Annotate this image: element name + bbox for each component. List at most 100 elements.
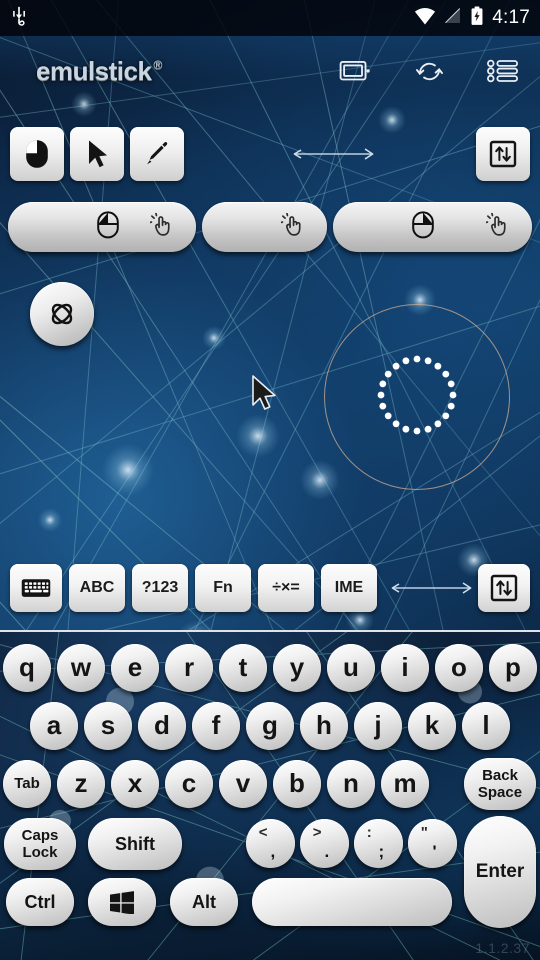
up-down-arrows-icon (489, 140, 517, 168)
semicolon-key-upper: : (366, 823, 372, 841)
period-key-lower: . (324, 841, 330, 861)
up-down-arrows-icon (490, 574, 518, 602)
tap-hand-icon (485, 211, 510, 242)
keyboard-mode-toolbar: ABC ?123 Fn ÷×= IME (0, 564, 540, 612)
dotted-scroll-ring (377, 355, 457, 435)
horizontal-double-arrow-icon-bottom (384, 580, 478, 596)
semicolon-key-lower: ; (378, 841, 385, 861)
touchpad-stage[interactable]: ABC ?123 Fn ÷×= IME (0, 106, 540, 630)
quote-key[interactable]: " ' (408, 819, 457, 868)
status-time: 4:17 (492, 7, 530, 28)
key-enter[interactable]: Enter (464, 816, 536, 928)
key-v[interactable]: v (219, 760, 267, 808)
key-e[interactable]: e (111, 644, 159, 692)
key-u[interactable]: u (327, 644, 375, 692)
app-brand: emulstick ® (36, 56, 162, 87)
period-key[interactable]: > . (300, 819, 349, 868)
comma-key[interactable]: < , (246, 819, 295, 868)
key-i[interactable]: i (381, 644, 429, 692)
key-x[interactable]: x (111, 760, 159, 808)
horizontal-double-arrow-icon (190, 146, 476, 162)
mouse-right-click-icon (411, 210, 435, 244)
vertical-transfer-toggle-bottom[interactable] (478, 564, 530, 612)
signal-off-icon (444, 7, 462, 30)
key-a[interactable]: a (30, 702, 78, 750)
key-g[interactable]: g (246, 702, 294, 750)
mouse-mode-button[interactable] (10, 127, 64, 181)
abc-mode-button[interactable]: ABC (69, 564, 125, 612)
battery-charging-icon (470, 6, 484, 31)
list-icon[interactable] (486, 56, 520, 86)
period-key-upper: > (312, 823, 322, 841)
mouse-button-row (0, 202, 540, 252)
key-r[interactable]: r (165, 644, 213, 692)
key-windows[interactable] (88, 878, 156, 926)
four-way-move-icon (51, 303, 73, 325)
symbols-mode-button[interactable]: ?123 (132, 564, 188, 612)
tap-hand-icon (149, 211, 174, 242)
comma-key-lower: , (270, 841, 276, 861)
sync-icon[interactable] (412, 56, 446, 86)
app-header: emulstick ® (0, 36, 540, 106)
header-actions (338, 56, 526, 86)
key-l[interactable]: l (462, 702, 510, 750)
mouse-left-button[interactable] (8, 202, 196, 252)
fn-mode-button[interactable]: Fn (195, 564, 251, 612)
keyboard-toggle-button[interactable] (10, 564, 62, 612)
key-d[interactable]: d (138, 702, 186, 750)
ime-mode-button[interactable]: IME (321, 564, 377, 612)
quote-key-lower: ' (432, 841, 437, 861)
pointer-mode-button[interactable] (70, 127, 124, 181)
cursor-arrow-icon (89, 140, 107, 168)
key-p[interactable]: p (489, 644, 537, 692)
pen-mode-button[interactable] (130, 127, 184, 181)
pencil-icon (147, 142, 168, 165)
key-alt[interactable]: Alt (170, 878, 238, 926)
move-pad-button[interactable] (30, 282, 94, 346)
key-q[interactable]: q (3, 644, 51, 692)
key-m[interactable]: m (381, 760, 429, 808)
usb-notification-icon (8, 5, 30, 32)
quote-key-upper: " (420, 823, 428, 841)
key-t[interactable]: t (219, 644, 267, 692)
mouse-middle-button[interactable] (202, 202, 327, 252)
key-y[interactable]: y (273, 644, 321, 692)
keyboard-keys: q w e r t y u i o p a s d f g h j k l Ta… (0, 632, 540, 960)
key-ctrl[interactable]: Ctrl (6, 878, 74, 926)
semicolon-key[interactable]: : ; (354, 819, 403, 868)
key-s[interactable]: s (84, 702, 132, 750)
key-k[interactable]: k (408, 702, 456, 750)
key-space[interactable] (252, 878, 452, 926)
key-h[interactable]: h (300, 702, 348, 750)
windows-logo-icon (110, 891, 134, 914)
wifi-icon (414, 7, 436, 30)
keyboard-icon (21, 579, 51, 597)
mode-toolbar (0, 126, 540, 182)
screen-icon[interactable] (338, 56, 372, 86)
tap-hand-icon (280, 211, 305, 242)
key-o[interactable]: o (435, 644, 483, 692)
vertical-transfer-toggle[interactable] (476, 127, 530, 181)
scroll-ring (324, 304, 510, 490)
mouse-icon (26, 140, 48, 168)
key-w[interactable]: w (57, 644, 105, 692)
key-j[interactable]: j (354, 702, 402, 750)
key-f[interactable]: f (192, 702, 240, 750)
status-bar: 4:17 (0, 0, 540, 36)
registered-mark: ® (153, 57, 162, 72)
brand-text: emulstick (36, 55, 152, 86)
mouse-right-button[interactable] (333, 202, 532, 252)
key-backspace[interactable]: Back Space (464, 758, 536, 810)
key-caps-lock[interactable]: Caps Lock (4, 818, 76, 870)
key-shift[interactable]: Shift (88, 818, 182, 870)
mouse-pointer-cursor (252, 375, 276, 410)
key-tab[interactable]: Tab (3, 760, 51, 808)
comma-key-upper: < (258, 823, 268, 841)
key-n[interactable]: n (327, 760, 375, 808)
mouse-left-click-icon (96, 210, 120, 244)
key-c[interactable]: c (165, 760, 213, 808)
key-b[interactable]: b (273, 760, 321, 808)
key-z[interactable]: z (57, 760, 105, 808)
virtual-keyboard: q w e r t y u i o p a s d f g h j k l Ta… (0, 630, 540, 960)
math-mode-button[interactable]: ÷×= (258, 564, 314, 612)
